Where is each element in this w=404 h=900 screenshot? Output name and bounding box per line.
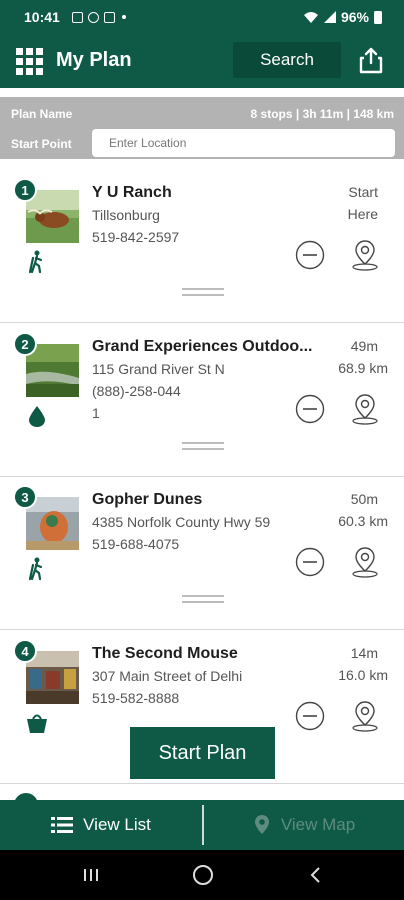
stop-card[interactable]: 3 Gopher Dunes 4385 Norfolk County Hwy 5… [0,477,404,630]
drag-handle[interactable] [182,288,224,296]
system-nav-bar [0,850,404,900]
stop-number-badge: 4 [13,639,37,663]
list-icon [51,817,74,833]
recents-icon[interactable] [82,868,100,882]
remove-stop-icon[interactable] [295,547,325,577]
gallery-notification-icon [71,11,83,23]
location-pin-icon[interactable] [350,545,380,579]
stop-phone[interactable]: 519-688-4075 [92,536,179,552]
wifi-icon [303,11,318,23]
view-map-tab[interactable]: View Map [204,800,404,850]
hiker-icon [28,250,43,274]
location-pin-icon[interactable] [350,392,380,426]
stop-phone-continued: 1 [92,405,100,421]
notification-dot-icon [121,15,126,19]
stop-card[interactable]: 2 Grand Experiences Outdoo... 115 Grand … [0,324,404,477]
back-icon[interactable] [309,866,323,884]
stop-address: 115 Grand River St N [92,361,225,377]
stop-number-badge: 2 [13,332,37,356]
stop-number-badge: 1 [13,178,37,202]
hiker-icon [28,557,43,581]
stop-travel-time: 49m [350,338,378,354]
view-map-label: View Map [280,815,356,834]
home-icon[interactable] [193,865,213,885]
remove-stop-icon[interactable] [295,240,325,270]
status-bar: 10:41 96% [0,0,404,34]
stop-card[interactable]: 1 Y U Ranch Tillsonburg 519-842-2597 Sta… [0,170,404,323]
remove-stop-icon[interactable] [295,701,325,731]
stop-address: Tillsonburg [92,207,160,223]
stop-name: Y U Ranch [92,184,172,201]
stop-distance: 60.3 km [338,513,388,529]
status-time: 10:41 [24,9,60,25]
view-list-label: View List [83,815,151,834]
stop-name: Gopher Dunes [92,491,203,508]
shopping-basket-icon [27,714,47,733]
bottom-nav: View List View Map [0,800,404,850]
stop-number-badge: 3 [13,485,37,509]
dnd-icon [87,11,99,23]
stop-travel-time: Start [348,184,378,200]
location-pin-icon[interactable] [350,238,380,272]
water-drop-icon [29,406,45,427]
remove-stop-icon[interactable] [295,394,325,424]
app-header: My Plan Search [0,34,404,88]
stop-travel-time: 50m [350,491,378,507]
signal-icon [323,11,336,23]
stop-distance: Here [347,206,378,222]
drag-handle[interactable] [182,595,224,603]
start-point-label: Start Point [11,137,72,151]
plan-info-bar: Plan Name 8 stops | 3h 11m | 148 km Star… [0,97,404,159]
stop-address: 307 Main Street of Delhi [92,668,243,684]
plan-summary: 8 stops | 3h 11m | 148 km [250,107,394,121]
screenshot-icon [103,11,115,23]
start-location-input[interactable] [92,129,395,157]
stop-phone[interactable]: (888)-258-044 [92,383,181,399]
search-button[interactable]: Search [233,42,341,78]
stop-phone[interactable]: 519-842-2597 [92,229,179,245]
menu-grid-icon[interactable] [16,48,43,75]
stop-name: The Second Mouse [92,645,238,662]
stop-travel-time: 14m [350,645,378,661]
page-title: My Plan [56,49,132,71]
plan-name-label: Plan Name [11,107,73,121]
view-list-tab[interactable]: View List [0,800,202,850]
start-plan-button[interactable]: Start Plan [130,727,275,779]
stop-address: 4385 Norfolk County Hwy 59 [92,514,271,530]
map-pin-icon [254,815,269,834]
location-pin-icon[interactable] [350,699,380,733]
battery-icon [374,10,382,24]
stop-distance: 16.0 km [338,667,388,683]
drag-handle[interactable] [182,442,224,450]
stop-phone[interactable]: 519-582-8888 [92,690,179,706]
stop-name: Grand Experiences Outdoo... [92,338,313,355]
battery-percent: 96% [340,9,369,25]
share-icon[interactable] [358,46,384,74]
stop-distance: 68.9 km [338,360,388,376]
